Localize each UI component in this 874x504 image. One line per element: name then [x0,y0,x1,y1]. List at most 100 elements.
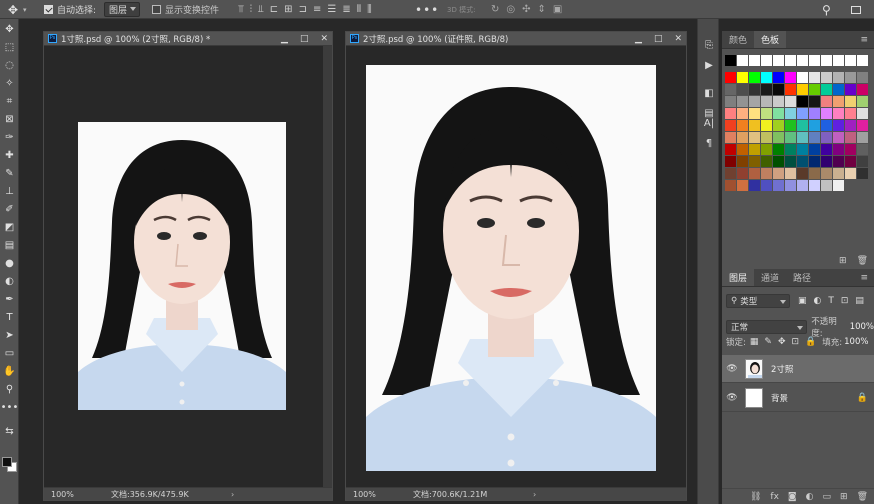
color-swatch[interactable] [797,168,808,179]
character-panel-icon[interactable]: A| [698,115,720,131]
color-swatch[interactable] [773,180,784,191]
vertical-scrollbar[interactable] [323,46,332,487]
more-options-button[interactable]: ••• [415,0,439,19]
color-swatch[interactable] [809,180,820,191]
color-swatch[interactable] [821,120,832,131]
color-swatch[interactable] [857,108,868,119]
color-swatch[interactable] [821,132,832,143]
color-swatch[interactable] [737,156,748,167]
color-swatch[interactable] [785,72,796,83]
color-swatch[interactable] [725,144,736,155]
hand-icon[interactable]: ✋ [0,363,19,379]
color-swatch[interactable] [857,132,868,143]
color-swatch[interactable] [737,84,748,95]
color-swatch[interactable] [749,84,760,95]
blur-icon[interactable]: ● [0,255,19,271]
add-mask-icon[interactable]: ◙ [788,492,797,502]
3d-pan-icon[interactable]: ✣ [522,4,530,15]
swap-colors-icon[interactable]: ⇆ [0,423,19,439]
crop-icon[interactable]: ⌗ [0,93,19,109]
filter-type-icon[interactable]: T [828,296,834,306]
layer-row-2cun[interactable]: 👁 2寸照 [722,355,874,383]
document-tab-2[interactable]: Ps 2寸照.psd @ 100% (证件照, RGB/8) ▁ □ ✕ [346,32,686,46]
color-swatch[interactable] [797,108,808,119]
layer-style-icon[interactable]: fx [770,492,779,502]
color-swatch[interactable] [845,108,856,119]
type-icon[interactable]: T [0,309,19,325]
color-swatch[interactable] [725,168,736,179]
color-swatch[interactable] [785,144,796,155]
layer-filter-dropdown[interactable]: ⚲ 类型 [726,294,790,308]
color-swatch[interactable] [797,132,808,143]
color-swatch[interactable] [821,144,832,155]
color-swatch[interactable] [773,132,784,143]
color-swatch[interactable] [809,144,820,155]
tab-layers[interactable]: 图层 [722,269,755,286]
color-swatch[interactable] [833,96,844,107]
new-group-icon[interactable]: ▭ [823,492,832,502]
color-swatch[interactable] [725,84,736,95]
3d-orbit-icon[interactable]: ↻ [491,4,499,15]
brush-icon[interactable]: ✎ [0,165,19,181]
color-swatch[interactable] [809,108,820,119]
color-swatch[interactable] [785,84,796,95]
color-swatch[interactable] [761,144,772,155]
color-swatch[interactable] [809,168,820,179]
color-swatch[interactable] [833,156,844,167]
color-swatch[interactable] [761,96,772,107]
blend-mode-dropdown[interactable]: 正常 [726,320,808,334]
filter-pixel-icon[interactable]: ▣ [798,296,807,306]
tab-paths[interactable]: 路径 [786,269,818,286]
color-swatch[interactable] [785,96,796,107]
lock-all-icon[interactable]: 🔒 [805,337,816,347]
color-swatch[interactable] [737,120,748,131]
link-layers-icon[interactable]: ⛓ [750,492,761,502]
eraser-icon[interactable]: ◩ [0,219,19,235]
color-swatch[interactable] [797,84,808,95]
filter-shape-icon[interactable]: ⊡ [841,296,849,306]
color-swatch[interactable] [785,120,796,131]
color-swatch[interactable] [761,55,772,66]
color-swatch[interactable] [749,96,760,107]
color-swatch[interactable] [749,108,760,119]
3d-roll-icon[interactable]: ◎ [506,4,515,15]
edit-toolbar-icon[interactable]: ••• [0,399,19,415]
color-swatch[interactable] [737,180,748,191]
color-swatch[interactable] [773,156,784,167]
color-swatch[interactable] [761,180,772,191]
color-swatch[interactable] [773,168,784,179]
color-swatch[interactable] [773,72,784,83]
color-swatch[interactable] [725,120,736,131]
3d-scale-icon[interactable]: ▣ [553,4,562,15]
color-swatch[interactable] [845,84,856,95]
color-swatch[interactable] [809,72,820,83]
lock-pixels-icon[interactable]: ✎ [764,337,772,347]
color-swatch[interactable] [725,72,736,83]
move-icon[interactable]: ✥ [0,21,19,37]
magic-wand-icon[interactable]: ✧ [0,75,19,91]
color-swatch[interactable] [725,55,736,66]
color-swatch[interactable] [833,72,844,83]
document-tab-1[interactable]: Ps 1寸照.psd @ 100% (2寸照, RGB/8) * ▁ □ ✕ [44,32,332,46]
color-swatch[interactable] [821,96,832,107]
color-swatch[interactable] [761,156,772,167]
color-swatch[interactable] [773,144,784,155]
layer-name[interactable]: 2寸照 [771,363,793,375]
status-menu-chevron-icon[interactable]: › [231,490,234,499]
color-swatch[interactable] [761,168,772,179]
auto-select-option[interactable]: 自动选择: [44,0,96,19]
eyedropper-icon[interactable]: ✑ [0,129,19,145]
align-hcenter-icon[interactable]: ⊞ [284,4,292,15]
portrait-image[interactable] [78,122,286,410]
color-swatch[interactable] [833,180,844,191]
align-bottom-icon[interactable]: ⫫ [258,4,264,15]
color-swatch[interactable] [797,180,808,191]
adjustments-panel-icon[interactable]: ◧ [698,85,720,101]
color-swatch[interactable] [857,168,868,179]
color-swatch[interactable] [833,168,844,179]
color-swatch[interactable] [749,132,760,143]
color-swatch[interactable] [785,156,796,167]
history-brush-icon[interactable]: ✐ [0,201,19,217]
color-swatch[interactable] [809,156,820,167]
color-swatch[interactable] [809,84,820,95]
